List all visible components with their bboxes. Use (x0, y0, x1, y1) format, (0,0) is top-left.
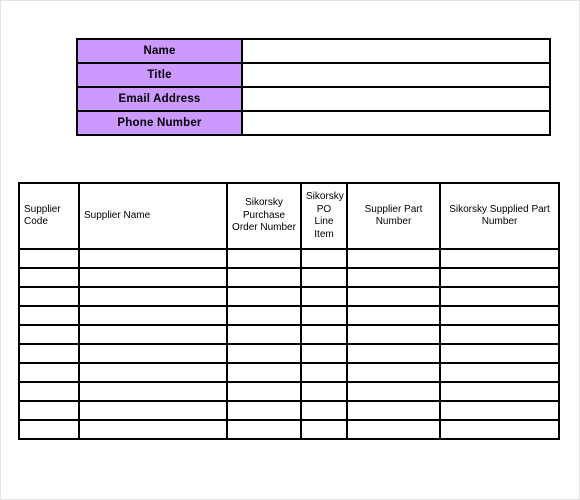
table-cell[interactable] (78, 286, 228, 307)
contact-label-phone-number: Phone Number (76, 110, 243, 136)
table-cell[interactable] (18, 324, 80, 345)
table-cell[interactable] (226, 362, 302, 383)
contact-value-title[interactable] (241, 62, 551, 88)
table-row (18, 381, 560, 402)
contact-value-phone-number[interactable] (241, 110, 551, 136)
table-cell[interactable] (346, 305, 441, 326)
supplier-table-header-row: Supplier Code Supplier Name Sikorsky Pur… (18, 182, 560, 250)
table-cell[interactable] (439, 267, 560, 288)
table-cell[interactable] (300, 248, 348, 269)
contact-info-table: Name Title Email Address Phone Number (76, 38, 551, 136)
table-cell[interactable] (226, 248, 302, 269)
contact-row-email-address: Email Address (76, 86, 551, 112)
table-cell[interactable] (78, 343, 228, 364)
table-row (18, 419, 560, 440)
table-cell[interactable] (18, 362, 80, 383)
column-header-supplier-part-number: Supplier Part Number (346, 182, 441, 250)
table-cell[interactable] (346, 381, 441, 402)
column-header-sikorsky-po-line-item: Sikorsky PO Line Item (300, 182, 348, 250)
supplier-table-body (18, 248, 560, 440)
table-cell[interactable] (346, 248, 441, 269)
contact-value-name[interactable] (241, 38, 551, 64)
table-cell[interactable] (226, 343, 302, 364)
table-row (18, 286, 560, 307)
table-row (18, 400, 560, 421)
form-page: Name Title Email Address Phone Number Su… (0, 0, 580, 500)
table-cell[interactable] (439, 343, 560, 364)
table-cell[interactable] (18, 286, 80, 307)
table-cell[interactable] (78, 248, 228, 269)
table-cell[interactable] (300, 305, 348, 326)
table-cell[interactable] (346, 267, 441, 288)
table-row (18, 362, 560, 383)
supplier-table-head: Supplier Code Supplier Name Sikorsky Pur… (18, 182, 560, 250)
table-cell[interactable] (226, 324, 302, 345)
table-cell[interactable] (346, 362, 441, 383)
table-cell[interactable] (226, 267, 302, 288)
table-cell[interactable] (226, 381, 302, 402)
table-cell[interactable] (78, 305, 228, 326)
table-cell[interactable] (439, 324, 560, 345)
table-cell[interactable] (78, 362, 228, 383)
table-cell[interactable] (439, 400, 560, 421)
contact-row-title: Title (76, 62, 551, 88)
contact-info-body: Name Title Email Address Phone Number (76, 38, 551, 136)
table-cell[interactable] (18, 381, 80, 402)
column-header-supplier-name: Supplier Name (78, 182, 228, 250)
table-cell[interactable] (439, 248, 560, 269)
table-cell[interactable] (439, 305, 560, 326)
contact-value-email-address[interactable] (241, 86, 551, 112)
table-cell[interactable] (346, 286, 441, 307)
table-cell[interactable] (18, 305, 80, 326)
table-cell[interactable] (300, 324, 348, 345)
column-header-supplier-code: Supplier Code (18, 182, 80, 250)
table-cell[interactable] (18, 248, 80, 269)
table-cell[interactable] (300, 400, 348, 421)
contact-label-name: Name (76, 38, 243, 64)
table-cell[interactable] (18, 267, 80, 288)
table-cell[interactable] (300, 343, 348, 364)
table-cell[interactable] (346, 419, 441, 440)
table-cell[interactable] (439, 286, 560, 307)
table-cell[interactable] (300, 286, 348, 307)
table-cell[interactable] (439, 419, 560, 440)
column-header-sikorsky-supplied-part-number: Sikorsky Supplied Part Number (439, 182, 560, 250)
table-row (18, 305, 560, 326)
table-cell[interactable] (226, 305, 302, 326)
table-cell[interactable] (439, 381, 560, 402)
table-cell[interactable] (78, 267, 228, 288)
table-cell[interactable] (18, 419, 80, 440)
column-header-sikorsky-purchase-order-number: Sikorsky Purchase Order Number (226, 182, 302, 250)
contact-label-title: Title (76, 62, 243, 88)
table-cell[interactable] (18, 400, 80, 421)
table-cell[interactable] (300, 267, 348, 288)
supplier-line-item-table: Supplier Code Supplier Name Sikorsky Pur… (18, 182, 560, 440)
table-cell[interactable] (78, 419, 228, 440)
table-cell[interactable] (300, 362, 348, 383)
table-cell[interactable] (226, 419, 302, 440)
contact-row-name: Name (76, 38, 551, 64)
table-cell[interactable] (346, 400, 441, 421)
table-cell[interactable] (346, 324, 441, 345)
table-row (18, 248, 560, 269)
contact-row-phone-number: Phone Number (76, 110, 551, 136)
table-cell[interactable] (78, 400, 228, 421)
table-row (18, 267, 560, 288)
table-cell[interactable] (300, 419, 348, 440)
table-cell[interactable] (300, 381, 348, 402)
contact-label-email-address: Email Address (76, 86, 243, 112)
table-row (18, 324, 560, 345)
table-cell[interactable] (346, 343, 441, 364)
table-cell[interactable] (439, 362, 560, 383)
table-cell[interactable] (226, 286, 302, 307)
table-cell[interactable] (226, 400, 302, 421)
table-cell[interactable] (78, 381, 228, 402)
table-row (18, 343, 560, 364)
table-cell[interactable] (78, 324, 228, 345)
table-cell[interactable] (18, 343, 80, 364)
